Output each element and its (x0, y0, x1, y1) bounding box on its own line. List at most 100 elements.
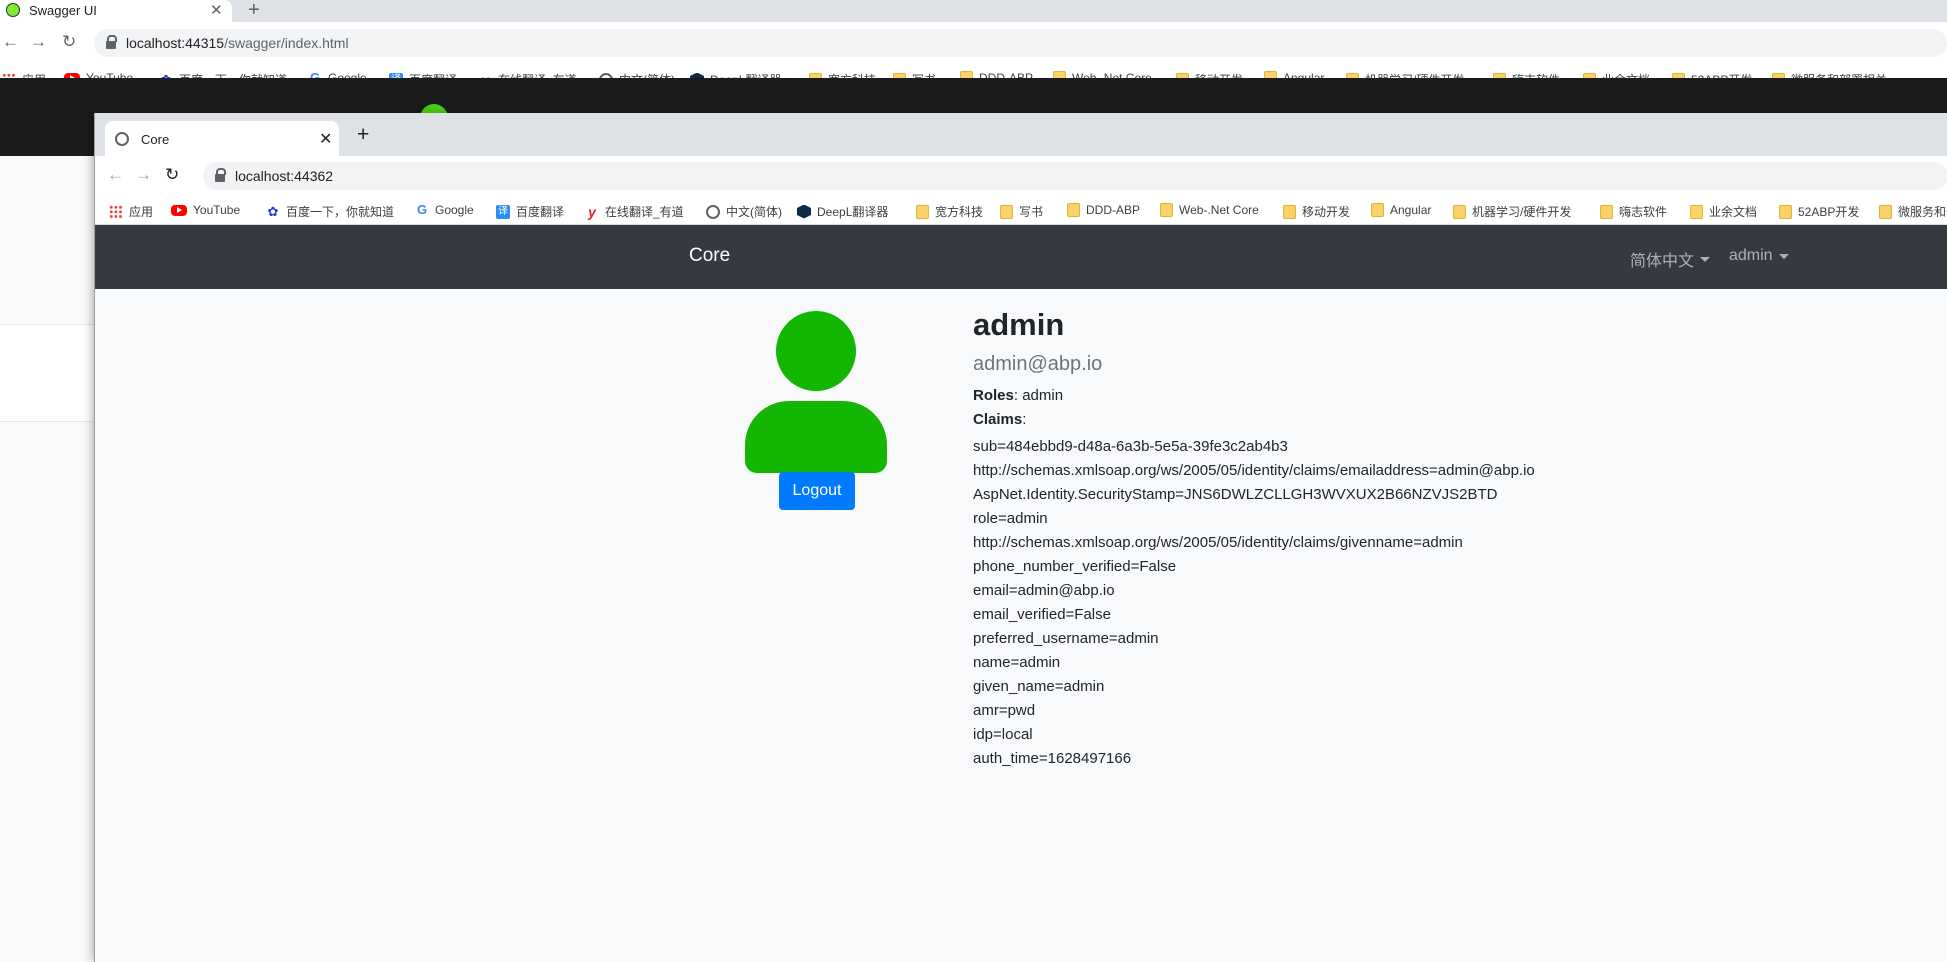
globe-icon (706, 204, 720, 219)
chevron-down-icon (1700, 256, 1711, 262)
profile-name: admin (973, 307, 1065, 342)
folder-icon (1067, 203, 1080, 217)
outer-forward-icon[interactable]: → (30, 32, 47, 52)
claim-item: email_verified=False (973, 606, 1111, 623)
bookmark-label: 业余文档 (1709, 205, 1758, 219)
inner-tab-core[interactable]: Core ✕ (105, 121, 339, 156)
claims-list: sub=484ebbd9-d48a-6a3b-5e5a-39fe3c2ab4b3… (973, 435, 1773, 771)
bookmark-label: 移动开发 (1302, 205, 1351, 219)
folder-icon (1371, 203, 1384, 217)
profile-roles: Roles: admin (973, 387, 1063, 404)
bookmark-item[interactable]: Angular (1371, 203, 1431, 217)
outer-tab-swagger[interactable]: Swagger UI ✕ (0, 0, 232, 22)
inner-lock-icon (215, 168, 226, 182)
user-avatar-icon (745, 311, 887, 473)
fanyi-icon: 译 (496, 204, 510, 219)
outer-address-bar[interactable]: localhost:44315/swagger/index.html (94, 29, 1947, 57)
claims-heading: Claims: (973, 411, 1027, 428)
claim-item: role=admin (973, 510, 1048, 527)
claim-item: email=admin@abp.io (973, 582, 1115, 599)
bookmark-item[interactable]: 业余文档 (1690, 203, 1757, 220)
bookmark-label: 百度翻译 (516, 205, 565, 219)
bookmark-item[interactable]: DeepL翻译器 (797, 203, 888, 220)
outer-lock-icon (106, 35, 117, 49)
folder-icon (1453, 204, 1466, 219)
bookmark-label: 应用 (129, 205, 154, 219)
bookmark-item[interactable]: 写书 (1000, 203, 1043, 220)
bookmark-item[interactable]: Web-.Net Core (1160, 203, 1259, 217)
outer-tab-title: Swagger UI (29, 3, 97, 18)
bookmark-label: 百度一下，你就知道 (286, 205, 395, 219)
bookmark-item[interactable]: 宽方科技 (916, 203, 983, 220)
globe-favicon-icon (115, 132, 129, 146)
inner-tab-title: Core (141, 132, 170, 147)
inner-tab-close-icon[interactable]: ✕ (319, 129, 332, 149)
chevron-down-icon (1778, 253, 1789, 259)
outer-page-content (0, 156, 96, 962)
bookmark-item[interactable]: 译百度翻译 (496, 203, 564, 220)
language-dropdown[interactable]: 简体中文 (1630, 247, 1711, 271)
user-dropdown[interactable]: admin (1729, 247, 1789, 265)
baidu-icon: ✿ (267, 203, 279, 219)
swagger-favicon-icon (6, 3, 20, 17)
bookmark-label: 52ABP开发 (1798, 205, 1860, 219)
bookmark-label: Google (435, 203, 474, 217)
profile-email: admin@abp.io (973, 353, 1103, 375)
outer-new-tab-icon[interactable]: + (248, 0, 260, 22)
bookmark-item[interactable]: 移动开发 (1283, 203, 1350, 220)
outer-back-icon[interactable]: ← (2, 32, 19, 52)
bookmark-label: YouTube (193, 203, 241, 217)
bookmark-label: 写书 (1019, 205, 1044, 219)
claim-item: phone_number_verified=False (973, 558, 1177, 575)
claim-item: sub=484ebbd9-d48a-6a3b-5e5a-39fe3c2ab4b3 (973, 438, 1288, 455)
bookmark-item[interactable]: 应用 (109, 203, 153, 220)
folder-icon (1000, 204, 1013, 219)
inner-address-bar[interactable]: localhost:44362 (203, 162, 1947, 190)
outer-reload-icon[interactable]: ↻ (62, 32, 76, 52)
inner-forward-icon[interactable]: → (135, 165, 152, 185)
app-navbar: Core 简体中文 admin (95, 225, 1947, 289)
claim-item: preferred_username=admin (973, 630, 1159, 647)
outer-tab-strip: Swagger UI ✕ + (0, 0, 1947, 22)
bookmark-item[interactable]: 52ABP开发 (1779, 203, 1859, 220)
logout-button[interactable]: Logout (779, 472, 855, 510)
bookmark-item[interactable]: y 在线翻译_有道 (585, 203, 684, 220)
inner-url: localhost:44362 (235, 168, 334, 184)
inner-tab-strip: Core ✕ + (95, 113, 1947, 156)
inner-back-icon[interactable]: ← (107, 165, 124, 185)
bookmark-item[interactable]: YouTube (171, 203, 240, 217)
claims-label: Claims (973, 411, 1023, 428)
bookmark-item[interactable]: G Google (415, 203, 474, 218)
folder-icon (1779, 204, 1792, 219)
avatar-head (776, 311, 856, 391)
bookmark-item[interactable]: 机器学习/硬件开发 (1453, 203, 1571, 220)
inner-reload-icon[interactable]: ↻ (165, 165, 179, 185)
user-dropdown-label: admin (1729, 247, 1773, 264)
outer-page-panel (0, 324, 96, 422)
bookmark-label: 宽方科技 (935, 205, 984, 219)
youdao-icon: y (588, 203, 596, 220)
inner-browser-window: Core ✕ + ← → ↻ localhost:44362 应用 YouTube… (94, 113, 1947, 962)
inner-bookmarks-bar: 应用 YouTube ✿ 百度一下，你就知道 G Google 译百度翻译 y 在线翻译_有道 中… (95, 196, 1947, 225)
claim-item: idp=local (973, 726, 1033, 743)
roles-label: Roles (973, 387, 1014, 404)
bookmark-label: 嗨志软件 (1619, 205, 1668, 219)
youtube-icon (171, 204, 187, 216)
bookmark-item[interactable]: 中文(简体) (706, 203, 782, 220)
folder-icon (1160, 203, 1173, 217)
bookmark-item[interactable]: DDD-ABP (1067, 203, 1140, 217)
navbar-brand[interactable]: Core (689, 245, 730, 267)
claim-item: AspNet.Identity.SecurityStamp=JNS6DWLZCL… (973, 486, 1498, 503)
bookmark-item[interactable]: ✿ 百度一下，你就知道 (266, 203, 394, 220)
outer-tab-close-icon[interactable]: ✕ (210, 1, 223, 19)
bookmark-item[interactable]: 微服务和部署相关... (1879, 203, 1947, 220)
folder-icon (1690, 204, 1703, 219)
claim-item: name=admin (973, 654, 1061, 671)
bookmark-label: DeepL翻译器 (817, 205, 889, 219)
outer-toolbar: ← → ↻ localhost:44315/swagger/index.html (0, 22, 1947, 64)
bookmark-item[interactable]: 嗨志软件 (1600, 203, 1667, 220)
folder-icon (1600, 204, 1613, 219)
folder-icon (1283, 204, 1296, 219)
claim-item: http://schemas.xmlsoap.org/ws/2005/05/id… (973, 534, 1463, 551)
inner-new-tab-icon[interactable]: + (357, 123, 369, 147)
